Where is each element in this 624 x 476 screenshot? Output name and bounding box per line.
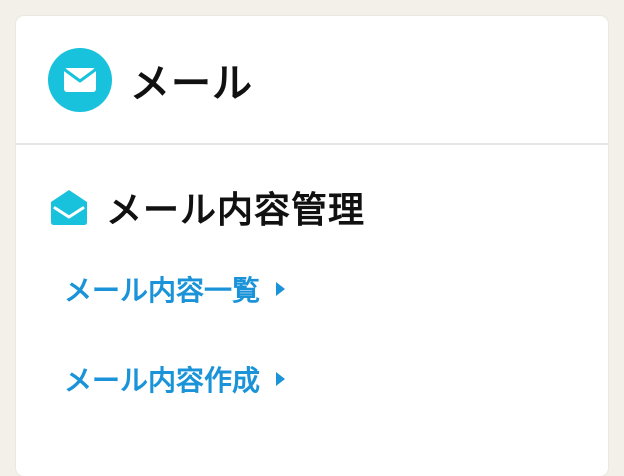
link-label: メール内容作成 (64, 364, 261, 397)
mail-content-list-link[interactable]: メール内容一覧 (64, 269, 286, 309)
mail-content-section: メール内容管理 メール内容一覧 メール内容作成 (16, 177, 608, 427)
open-envelope-icon (48, 186, 90, 228)
card-header: メール (16, 16, 608, 145)
list-item: メール内容一覧 (48, 247, 608, 331)
mail-icon (48, 47, 112, 112)
link-list: メール内容一覧 メール内容作成 (48, 247, 608, 427)
mail-card: メール メール内容管理 メール内容一覧 メール内容作成 (16, 16, 608, 476)
section-heading: メール内容管理 (48, 177, 608, 237)
section-title: メール内容管理 (106, 190, 366, 231)
list-item: メール内容作成 (48, 331, 608, 427)
caret-right-icon (276, 282, 286, 296)
page-title: メール (130, 60, 253, 107)
link-label: メール内容一覧 (64, 274, 261, 307)
mail-content-create-link[interactable]: メール内容作成 (64, 359, 286, 399)
caret-right-icon (276, 372, 286, 386)
